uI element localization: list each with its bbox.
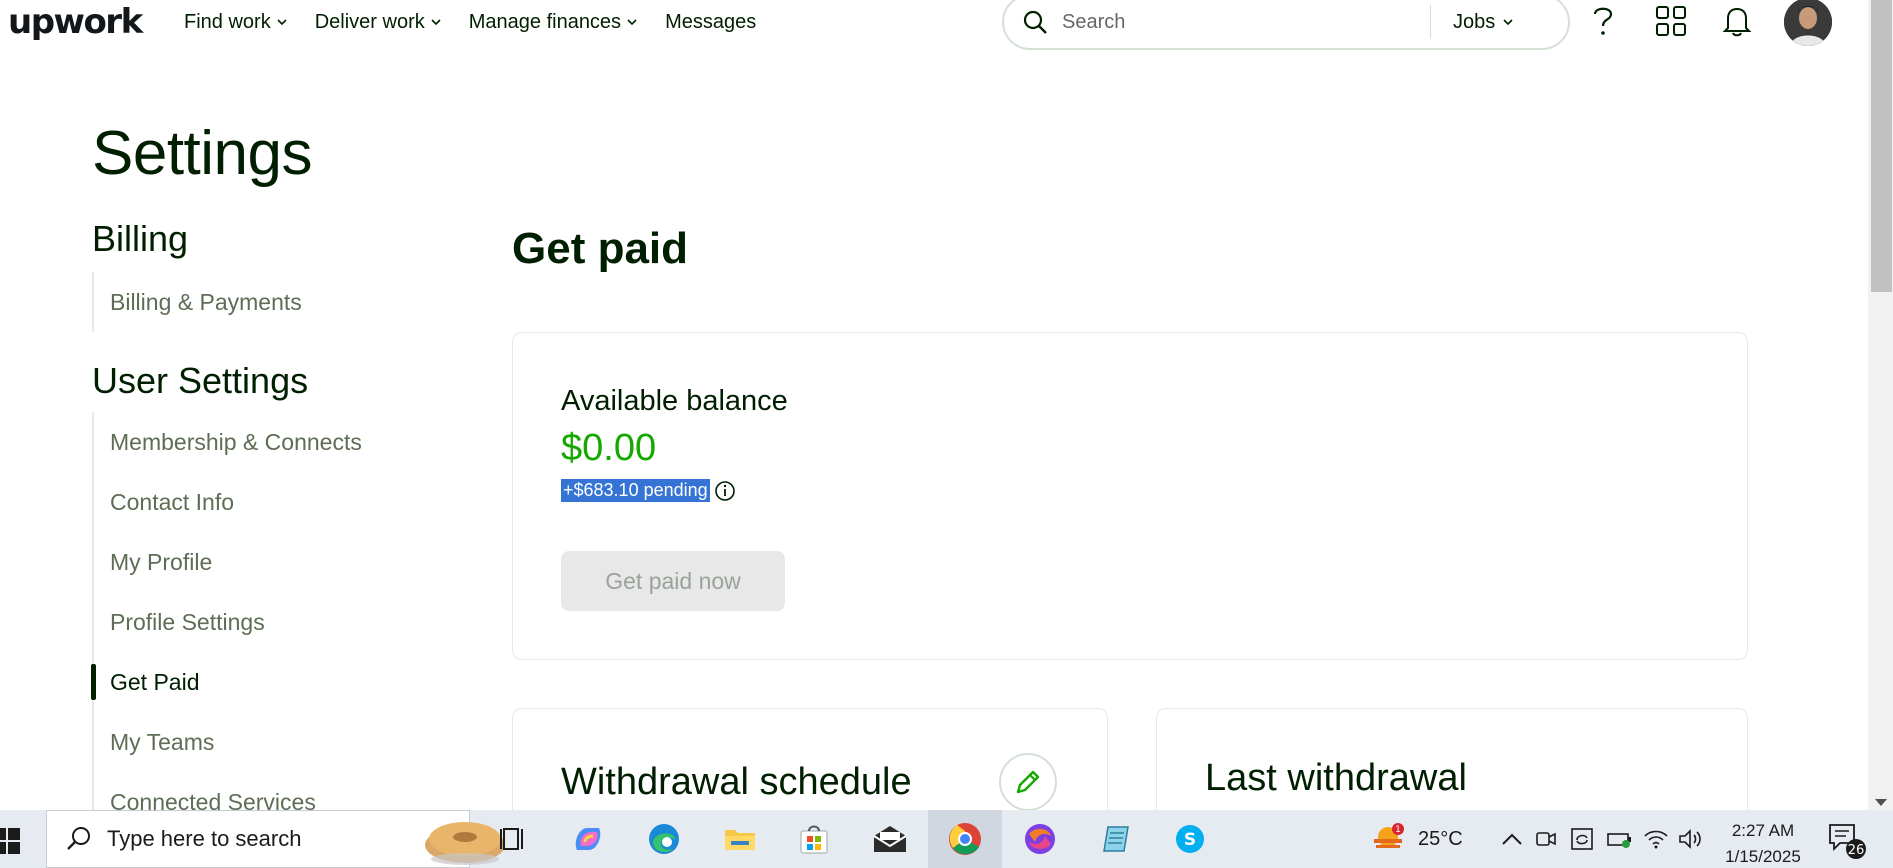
help-icon[interactable] [1586,4,1620,38]
nav-messages-label: Messages [665,11,757,33]
search-scope-label: Jobs [1453,10,1496,33]
clock-time: 2:27 AM [1731,821,1795,840]
user-settings-nav: Membership & Connects Contact Info My Pr… [91,412,362,832]
meet-now-icon[interactable] [1526,819,1566,859]
sidebar-item-contact-info[interactable]: Contact Info [94,472,362,532]
task-view-icon[interactable] [494,819,534,859]
sidebar-item-my-profile[interactable]: My Profile [94,532,362,592]
billing-heading: Billing [92,218,189,259]
notepad-icon[interactable] [1096,819,1136,859]
taskbar-search-box[interactable]: Type here to search [46,810,505,868]
edit-withdrawal-schedule-button[interactable] [999,753,1057,811]
mail-icon[interactable] [870,819,910,859]
notification-center-icon[interactable]: 26 [1826,819,1866,859]
nav-find-work-label: Find work [184,11,271,33]
battery-icon[interactable] [1600,819,1640,859]
microsoft-store-icon[interactable] [794,819,834,859]
nav-manage-finances[interactable]: Manage finances [469,8,637,36]
user-avatar[interactable] [1784,0,1832,46]
user-settings-heading: User Settings [92,360,309,401]
edge-browser-icon[interactable] [644,819,684,859]
skype-icon[interactable]: S [1170,819,1210,859]
file-explorer-icon[interactable] [720,819,760,859]
volume-icon[interactable] [1670,819,1710,859]
sidebar-item-profile-settings[interactable]: Profile Settings [94,592,362,652]
search-divider [1430,5,1431,39]
sidebar-item-get-paid[interactable]: Get Paid [91,652,362,712]
content-title: Get paid [512,224,689,273]
search-bar: Jobs [1002,0,1570,50]
withdrawal-schedule-heading: Withdrawal schedule [561,761,912,803]
sidebar-item-my-teams[interactable]: My Teams [94,712,362,772]
sidebar-item-billing-payments[interactable]: Billing & Payments [94,272,302,332]
taskbar-search-placeholder: Type here to search [107,826,302,851]
notification-bell-icon[interactable] [1720,4,1754,38]
chevron-down-icon [277,19,287,26]
nav-links: Find work Deliver work Manage finances M… [184,8,756,36]
chevron-down-icon [1503,19,1513,26]
available-balance-value: $0.00 [561,427,657,469]
nav-deliver-work-label: Deliver work [314,11,425,33]
billing-nav: Billing & Payments [92,272,302,332]
weather-icon[interactable]: 1 [1368,819,1408,859]
search-input[interactable] [1062,10,1422,34]
scroll-down-arrow-icon[interactable] [1875,799,1887,806]
page-title: Settings [92,119,313,188]
last-withdrawal-heading: Last withdrawal [1205,757,1467,799]
page-scrollbar[interactable] [1868,0,1893,810]
get-paid-now-button[interactable]: Get paid now [561,551,785,611]
weather-temperature[interactable]: 25°C [1418,828,1463,851]
copilot-app-icon[interactable] [1020,819,1060,859]
chevron-down-icon [431,19,441,26]
chrome-browser-icon[interactable] [945,819,985,859]
windows-taskbar: Type here to search S 1 25°C 2:27 AM 1/1… [0,810,1893,868]
scrollbar-thumb[interactable] [1871,0,1892,292]
copilot-icon[interactable] [568,819,608,859]
pending-amount: +$683.10 pending [561,479,736,502]
available-balance-label: Available balance [561,385,788,417]
clock-date: 1/15/2025 [1725,847,1801,866]
svg-text:S: S [1184,830,1196,850]
system-clock[interactable]: 2:27 AM 1/15/2025 [1708,818,1818,868]
nav-find-work[interactable]: Find work [184,8,287,36]
sidebar-item-membership-connects[interactable]: Membership & Connects [94,412,362,472]
weather-badge: 1 [1395,825,1401,835]
top-navigation: upwork Find work Deliver work Manage fin… [0,0,1860,50]
nav-messages[interactable]: Messages [665,8,756,36]
sync-status-icon[interactable] [1562,819,1602,859]
nav-manage-finances-label: Manage finances [468,11,622,33]
windows-start-icon[interactable] [0,828,20,854]
apps-grid-icon[interactable] [1654,4,1688,38]
nav-deliver-work[interactable]: Deliver work [315,8,441,36]
balance-card: Available balance $0.00 +$683.10 pending… [512,332,1748,660]
upwork-logo[interactable]: upwork [8,2,143,42]
search-scope-dropdown[interactable]: Jobs [1453,11,1513,34]
pending-amount-text: +$683.10 pending [561,479,710,502]
chevron-down-icon [627,19,637,26]
notification-count: 26 [1848,843,1865,858]
pencil-icon [1016,770,1040,794]
info-icon[interactable] [714,480,736,502]
search-icon [1023,10,1047,34]
search-icon [67,827,90,850]
